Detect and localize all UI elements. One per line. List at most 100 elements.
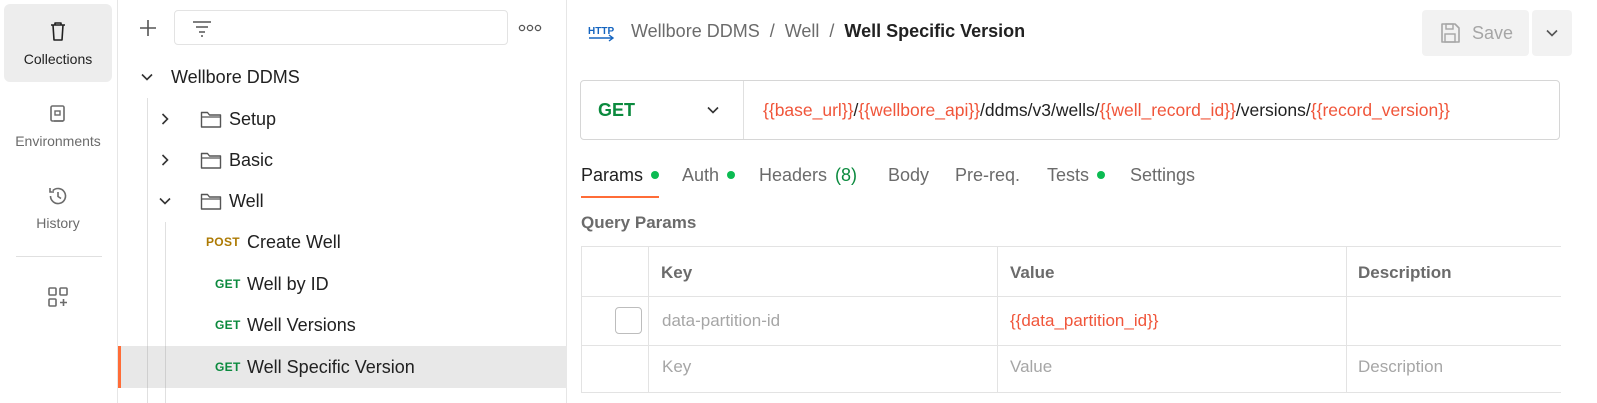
- rail-item-environments[interactable]: Environments: [4, 86, 112, 164]
- tree-item-label: Well by ID: [247, 273, 329, 294]
- environment-icon: [50, 104, 65, 122]
- url-bar: GET {{base_url}}/{{wellbore_api}}/ddms/v…: [580, 80, 1560, 140]
- chevron-down-icon: [159, 197, 171, 205]
- tree-item-label: Well Specific Version: [247, 356, 415, 377]
- tree-item-label: Create Well: [247, 231, 341, 252]
- tree-guide-line: [165, 346, 166, 388]
- postman-app: Collections Environments History Wellbor…: [0, 0, 1597, 403]
- column-header-description: Description: [1358, 263, 1452, 282]
- tree-item-request-well-specific-version[interactable]: GET Well Specific Version: [118, 346, 567, 388]
- tab-label: Settings: [1130, 164, 1196, 185]
- left-rail: Collections Environments History: [0, 0, 118, 403]
- param-enabled-checkbox[interactable]: [615, 307, 642, 334]
- collections-sidebar: Wellbore DDMS Setup Basic Well POST Crea…: [118, 0, 567, 403]
- method-badge: GET: [215, 277, 241, 291]
- tab-body[interactable]: Body: [888, 162, 929, 188]
- tab-pre-request[interactable]: Pre-req.: [955, 162, 1020, 188]
- http-request-icon: HTTP: [588, 26, 614, 42]
- tree-item-label: Basic: [229, 149, 274, 170]
- method-value: GET: [598, 99, 636, 120]
- chevron-right-icon: [161, 154, 169, 166]
- url-input[interactable]: {{base_url}}/{{wellbore_api}}/ddms/v3/we…: [763, 100, 1450, 121]
- chevron-down-icon: [707, 106, 719, 114]
- param-value[interactable]: {{data_partition_id}}: [1010, 311, 1158, 331]
- rail-item-label: Environments: [15, 132, 101, 149]
- rail-item-history[interactable]: History: [4, 168, 112, 246]
- url-variable: {{well_record_id}}: [1099, 100, 1236, 120]
- new-button[interactable]: [134, 14, 162, 42]
- column-divider: [1346, 247, 1347, 392]
- tree-item-folder-setup[interactable]: Setup: [118, 98, 567, 140]
- tab-auth[interactable]: Auth: [682, 162, 736, 188]
- tree-guide-line: [147, 346, 148, 388]
- request-tabs: Params Auth Headers (8) Body Pre-req. Tes…: [581, 162, 1581, 198]
- more-horizontal-icon: [518, 24, 542, 32]
- trash-can-icon: [51, 21, 65, 41]
- selection-indicator: [118, 346, 121, 388]
- breadcrumb-collection[interactable]: Wellbore DDMS: [631, 21, 760, 42]
- tree-item-folder-basic[interactable]: Basic: [118, 139, 567, 181]
- folder-icon: [200, 152, 222, 169]
- headers-count: (8): [835, 164, 858, 185]
- tab-label: Pre-req.: [955, 164, 1021, 185]
- tree-item-request-well-versions[interactable]: GET Well Versions: [118, 304, 567, 346]
- save-button[interactable]: Save: [1422, 10, 1529, 56]
- method-badge: POST: [206, 235, 240, 249]
- filter-input[interactable]: [174, 10, 508, 45]
- tab-label: Auth: [682, 164, 720, 185]
- more-options-button[interactable]: [516, 14, 544, 42]
- tab-tests[interactable]: Tests: [1047, 162, 1106, 188]
- chevron-down-icon: [1546, 29, 1558, 37]
- rail-item-add-widgets[interactable]: [4, 258, 112, 336]
- folder-icon: [200, 111, 222, 128]
- tree-item-label: Wellbore DDMS: [171, 66, 300, 87]
- rail-item-collections[interactable]: Collections: [4, 4, 112, 82]
- request-title[interactable]: Well Specific Version: [844, 21, 1025, 42]
- history-icon: [49, 187, 67, 204]
- breadcrumb-separator: /: [769, 21, 775, 41]
- rail-item-label: History: [36, 214, 80, 231]
- tree-item-label: Setup: [229, 108, 277, 129]
- breadcrumb-folder[interactable]: Well: [785, 21, 820, 42]
- url-segment: /versions/: [1235, 100, 1311, 120]
- new-param-value-input[interactable]: Value: [1010, 357, 1052, 377]
- status-dot: [1097, 171, 1106, 179]
- status-dot: [651, 171, 660, 179]
- tab-label: Headers: [759, 164, 828, 185]
- folder-icon: [200, 193, 222, 210]
- method-badge: GET: [215, 360, 241, 374]
- save-options-dropdown[interactable]: [1532, 10, 1572, 56]
- plus-icon: [140, 20, 156, 36]
- tree-item-request-well-by-id[interactable]: GET Well by ID: [118, 263, 567, 305]
- tab-settings[interactable]: Settings: [1130, 162, 1195, 188]
- chevron-down-icon: [141, 73, 153, 81]
- url-variable: {{base_url}}: [763, 100, 854, 120]
- request-editor: HTTP Wellbore DDMS / Well / Well Specifi…: [567, 0, 1597, 403]
- tab-headers[interactable]: Headers (8): [759, 162, 857, 188]
- rail-item-label: Collections: [23, 50, 93, 67]
- tab-label: Tests: [1047, 164, 1090, 185]
- chevron-right-icon: [161, 113, 169, 125]
- param-key[interactable]: data-partition-id: [662, 311, 780, 331]
- rail-divider: [16, 256, 102, 257]
- tree-item-request-create-well[interactable]: POST Create Well: [118, 221, 567, 263]
- tree-item-folder-well[interactable]: Well: [118, 180, 567, 222]
- column-header-key: Key: [661, 263, 693, 282]
- new-param-description-input[interactable]: Description: [1358, 357, 1443, 377]
- query-params-table: Key Value Description data-partition-id …: [581, 246, 1561, 393]
- tab-label: Params: [581, 164, 644, 185]
- sidebar-toolbar: [118, 10, 567, 46]
- tree-item-collection[interactable]: Wellbore DDMS: [118, 56, 567, 98]
- query-params-title: Query Params: [581, 213, 697, 232]
- breadcrumb: Wellbore DDMS / Well / Well Specific Ver…: [631, 21, 1025, 42]
- url-variable: {{record_version}}: [1310, 100, 1450, 120]
- save-label: Save: [1471, 22, 1514, 43]
- column-divider: [997, 247, 998, 392]
- row-divider: [582, 296, 1561, 297]
- status-dot: [727, 171, 736, 179]
- tree-item-label: Well: [229, 190, 264, 211]
- tab-params[interactable]: Params: [581, 162, 660, 188]
- new-param-key-input[interactable]: Key: [662, 357, 691, 377]
- method-select[interactable]: GET: [581, 81, 744, 139]
- tree-item-label: Well Versions: [247, 314, 356, 335]
